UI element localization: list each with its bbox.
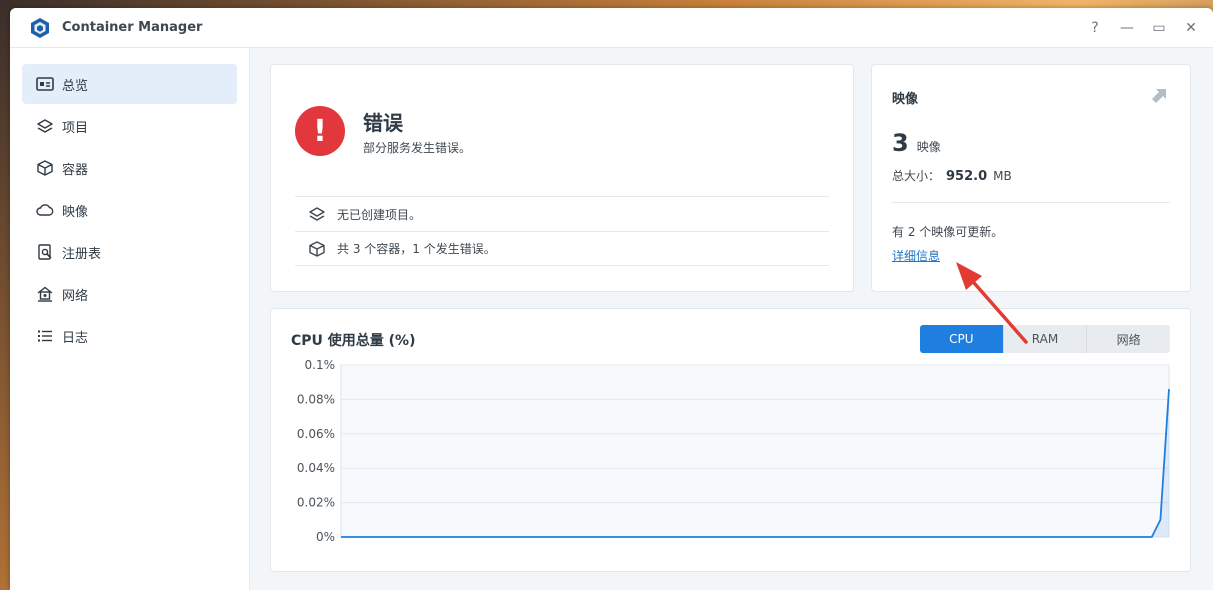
image-size-unit: MB xyxy=(993,169,1012,183)
y-tick-label: 0.1% xyxy=(305,358,336,372)
sidebar-item-containers[interactable]: 容器 xyxy=(22,148,237,188)
cube-icon xyxy=(36,159,54,177)
sidebar-item-overview[interactable]: 总览 xyxy=(22,64,237,104)
maximize-button[interactable]: ▭ xyxy=(1145,18,1173,38)
tab-network[interactable]: 网络 xyxy=(1086,325,1170,353)
update-notice: 有 2 个映像可更新。 xyxy=(892,225,1004,239)
y-tick-label: 0.08% xyxy=(297,392,335,406)
layers-icon xyxy=(309,205,327,223)
sidebar-item-registry[interactable]: 注册表 xyxy=(22,232,237,272)
sidebar-item-label: 总览 xyxy=(62,78,89,94)
status-row-text: 共 3 个容器，1 个发生错误。 xyxy=(337,242,496,256)
title-bar: Container Manager ? — ▭ ✕ xyxy=(10,8,1213,48)
layers-icon xyxy=(36,117,54,135)
plot-area xyxy=(340,364,1170,538)
container-manager-logo-icon xyxy=(31,17,49,38)
y-tick-label: 0.04% xyxy=(297,461,335,475)
close-button[interactable]: ✕ xyxy=(1177,18,1205,38)
sidebar-item-label: 注册表 xyxy=(62,246,102,262)
error-icon: ! xyxy=(295,106,345,156)
details-link[interactable]: 详细信息 xyxy=(892,247,940,264)
cpu-chart-card: CPU 使用总量 (%) CPU RAM 网络 0.1% 0.08% 0.06% 0.… xyxy=(270,308,1191,572)
tab-cpu[interactable]: CPU xyxy=(920,325,1003,353)
cpu-usage-chart: 0.1% 0.08% 0.06% 0.04% 0.02% 0% xyxy=(297,358,1170,544)
image-count: 3 映像 xyxy=(892,129,941,157)
sidebar-item-label: 日志 xyxy=(62,330,89,346)
image-card-title: 映像 xyxy=(892,92,919,107)
status-row-projects: 无已创建项目。 xyxy=(295,196,829,231)
expand-arrow-icon[interactable] xyxy=(1152,87,1168,103)
window-controls: ? — ▭ ✕ xyxy=(1081,18,1205,38)
status-title: 错误 xyxy=(363,111,403,135)
sidebar-item-label: 网络 xyxy=(62,288,89,304)
cloud-icon xyxy=(36,201,54,219)
sidebar: 总览 项目 容器 映像 注册表 网络 日志 xyxy=(10,48,250,590)
image-total-size: 总大小： 952.0 MB xyxy=(892,167,1012,184)
y-tick-label: 0.02% xyxy=(297,496,335,510)
chart-title: CPU 使用总量 (%) xyxy=(291,333,416,349)
help-button[interactable]: ? xyxy=(1081,18,1109,38)
status-subtitle: 部分服务发生错误。 xyxy=(363,141,472,155)
desktop-background xyxy=(0,0,1213,8)
overview-icon xyxy=(36,75,54,93)
main-content: ! 错误 部分服务发生错误。 无已创建项目。 共 3 个容器，1 个发生错误。 … xyxy=(250,48,1213,590)
sidebar-item-label: 容器 xyxy=(62,162,89,178)
sidebar-item-label: 项目 xyxy=(62,120,89,136)
divider xyxy=(892,202,1170,203)
chart-metric-tabs: CPU RAM 网络 xyxy=(920,325,1170,353)
image-count-value: 3 xyxy=(892,129,909,157)
cube-icon xyxy=(309,240,327,258)
sidebar-item-projects[interactable]: 项目 xyxy=(22,106,237,146)
minimize-button[interactable]: — xyxy=(1113,18,1141,38)
sidebar-item-network[interactable]: 网络 xyxy=(22,274,237,314)
network-house-icon xyxy=(36,285,54,303)
tab-ram[interactable]: RAM xyxy=(1002,325,1087,353)
image-size-label: 总大小： xyxy=(892,169,941,183)
image-size-value: 952.0 xyxy=(946,169,988,184)
sidebar-item-label: 映像 xyxy=(62,204,89,220)
image-count-unit: 映像 xyxy=(916,140,941,154)
sidebar-item-logs[interactable]: 日志 xyxy=(22,316,237,356)
status-row-text: 无已创建项目。 xyxy=(337,207,422,222)
y-tick-label: 0.06% xyxy=(297,427,335,441)
list-icon xyxy=(36,327,54,345)
app-title: Container Manager xyxy=(62,20,203,35)
sidebar-item-images[interactable]: 映像 xyxy=(22,190,237,230)
status-row-containers: 共 3 个容器，1 个发生错误。 xyxy=(295,231,829,266)
app-window: Container Manager ? — ▭ ✕ 总览 项目 容器 映像 注册… xyxy=(10,8,1213,590)
status-card: ! 错误 部分服务发生错误。 无已创建项目。 共 3 个容器，1 个发生错误。 xyxy=(270,64,854,292)
image-card: 映像 3 映像 总大小： 952.0 MB 有 2 个映像可更新。 详细信息 xyxy=(871,64,1191,292)
registry-search-icon xyxy=(36,243,54,261)
y-tick-label: 0% xyxy=(316,530,335,544)
